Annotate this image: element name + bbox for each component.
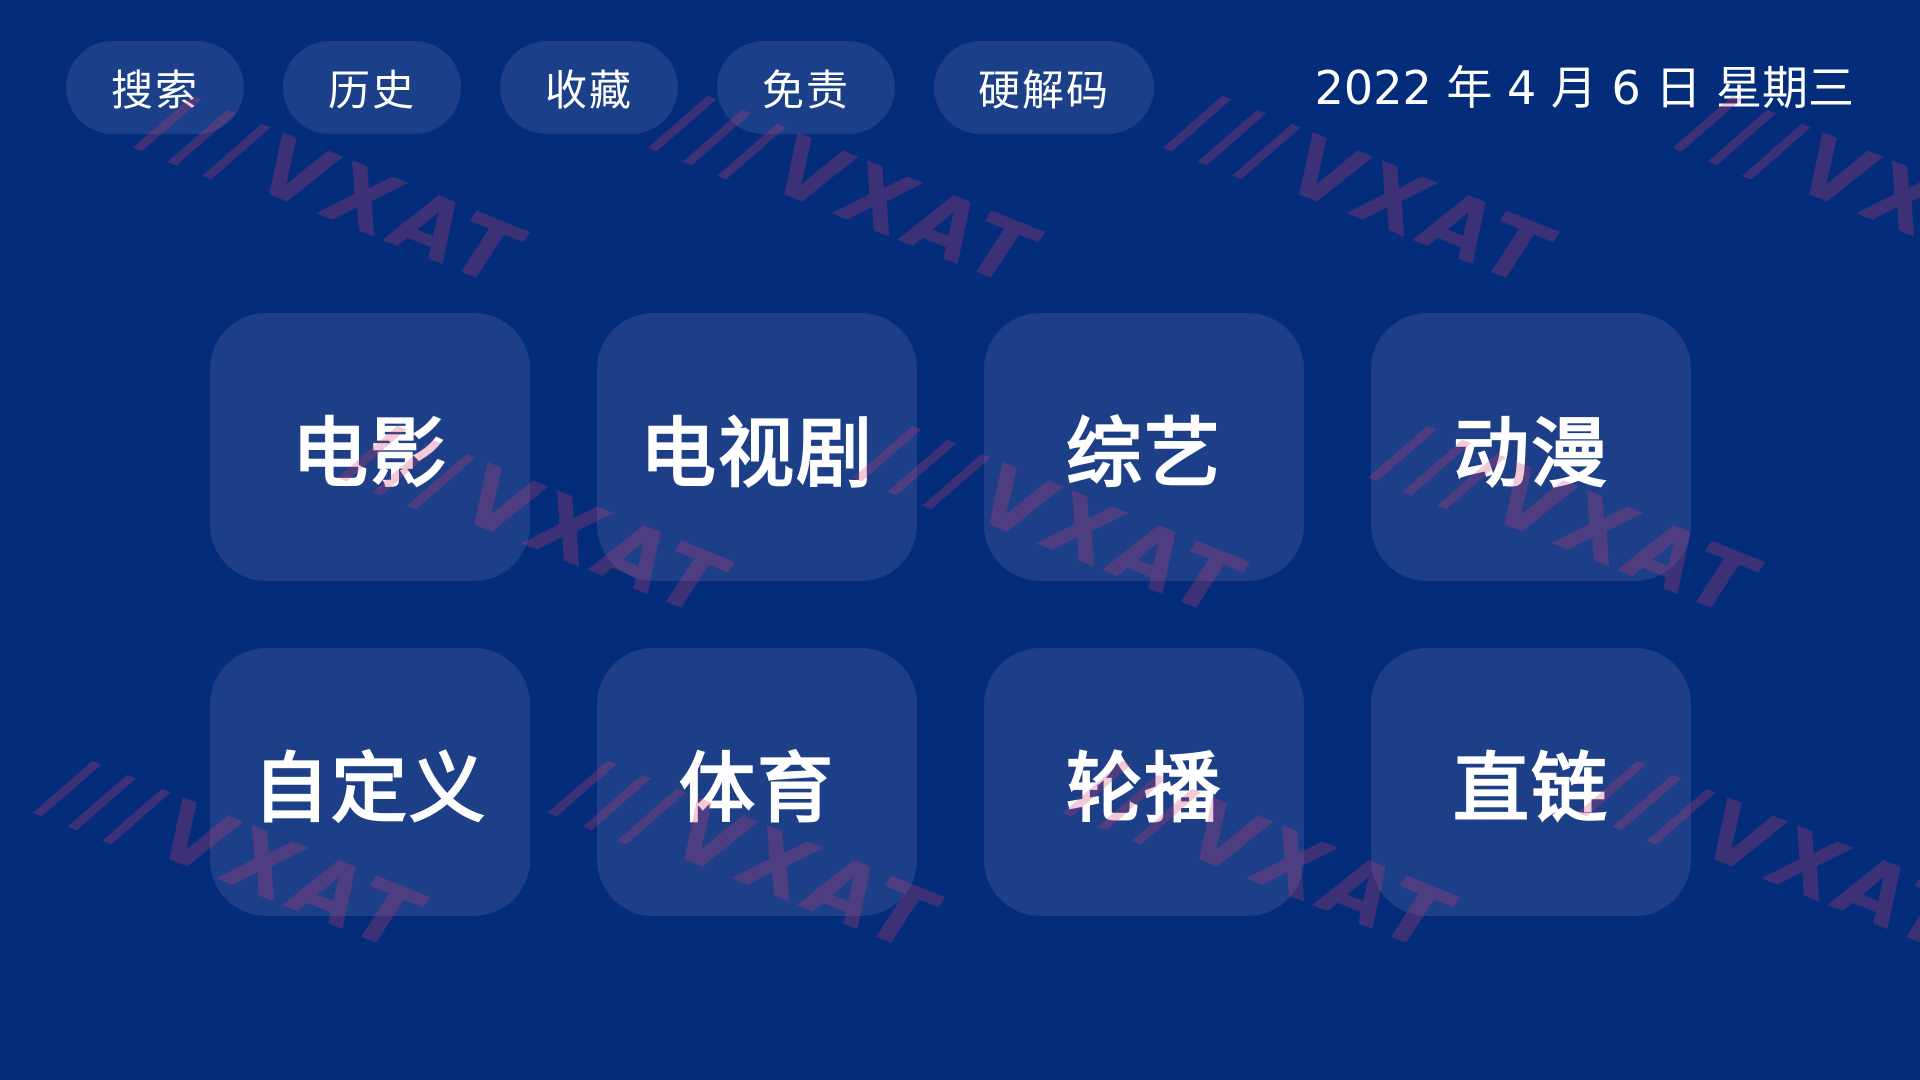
category-tile-custom[interactable]: 自定义 bbox=[210, 648, 530, 916]
home-screen: 搜索 历史 收藏 免责 硬解码 2022 年 4 月 6 日 星期三 电影 电视… bbox=[0, 0, 1920, 1080]
history-button[interactable]: 历史 bbox=[283, 41, 461, 134]
category-grid: 电影 电视剧 综艺 动漫 自定义 体育 轮播 直链 bbox=[210, 313, 1691, 916]
top-nav: 搜索 历史 收藏 免责 硬解码 bbox=[66, 41, 1154, 134]
search-button[interactable]: 搜索 bbox=[66, 41, 244, 134]
category-tile-carousel[interactable]: 轮播 bbox=[984, 648, 1304, 916]
date-display: 2022 年 4 月 6 日 星期三 bbox=[1314, 61, 1854, 115]
disclaimer-button[interactable]: 免责 bbox=[717, 41, 895, 134]
category-tile-movies[interactable]: 电影 bbox=[210, 313, 530, 581]
hardware-decode-button[interactable]: 硬解码 bbox=[934, 41, 1154, 134]
category-tile-variety[interactable]: 综艺 bbox=[984, 313, 1304, 581]
category-tile-tv-series[interactable]: 电视剧 bbox=[597, 313, 917, 581]
category-tile-sports[interactable]: 体育 bbox=[597, 648, 917, 916]
category-tile-direct-link[interactable]: 直链 bbox=[1371, 648, 1691, 916]
category-tile-anime[interactable]: 动漫 bbox=[1371, 313, 1691, 581]
favorites-button[interactable]: 收藏 bbox=[500, 41, 678, 134]
